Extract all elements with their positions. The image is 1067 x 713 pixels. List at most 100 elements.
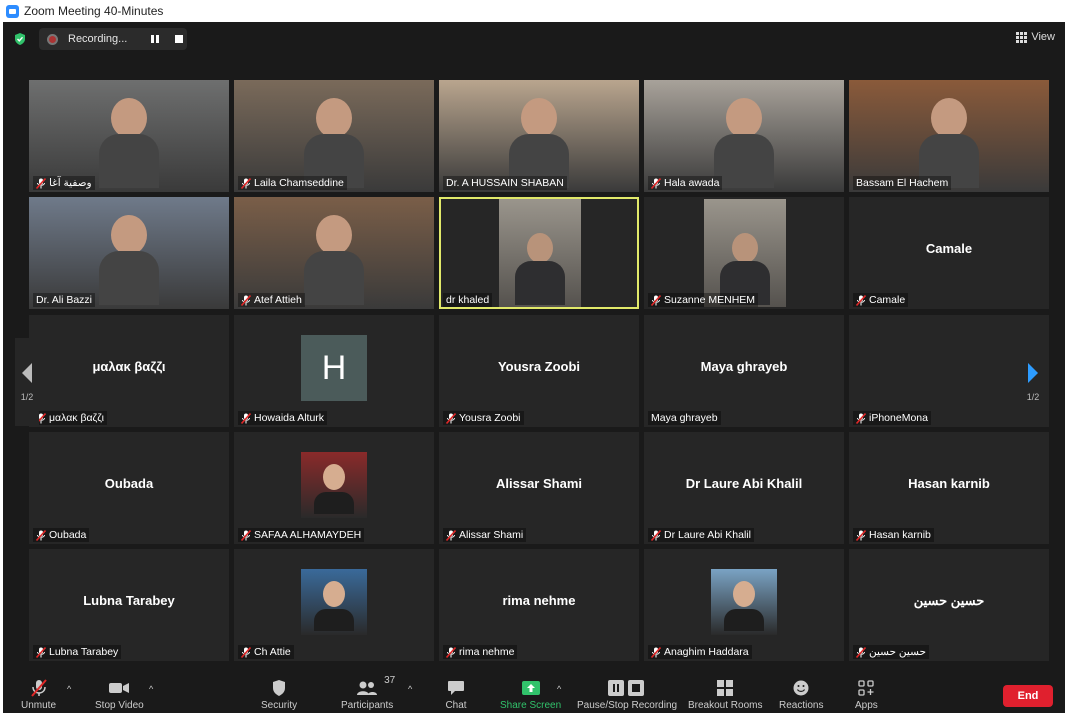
apps-icon [855,678,877,698]
participant-tile[interactable]: Alissar Shami Alissar Shami [439,432,639,544]
participant-tile[interactable]: Atef Attieh [234,197,434,309]
participant-name-label: Ch Attie [238,645,294,659]
participant-tile[interactable]: Dr. Ali Bazzi [29,197,229,309]
mic-muted-icon [28,678,50,698]
participant-tile[interactable]: حسين حسين حسين حسين [849,549,1049,661]
participant-tile[interactable]: SAFAA ALHAMAYDEH [234,432,434,544]
participant-tile[interactable]: Maya ghrayeb Maya ghrayeb [644,315,844,427]
participant-name: rima nehme [459,646,515,658]
pause-stop-icon [605,678,649,698]
audio-options-chevron-icon[interactable]: ^ [67,684,71,694]
participant-tile[interactable]: Dr. A HUSSAIN SHABAN [439,80,639,192]
participant-name-label: حسين حسين [853,645,929,659]
participant-name-label: Dr Laure Abi Khalil [648,528,754,542]
participant-name: Yousra Zoobi [459,412,521,424]
recording-label: Recording... [68,33,128,45]
prev-page-button[interactable]: 1/2 [15,338,39,426]
mic-muted-icon [855,529,867,541]
next-page-button[interactable]: 1/2 [1021,338,1045,426]
video-camera-icon [108,678,130,698]
reactions-button[interactable]: Reactions [779,678,823,711]
participant-display-name: حسين حسين [913,593,985,608]
participant-tile[interactable]: Bassam El Hachem [849,80,1049,192]
participant-name: SAFAA ALHAMAYDEH [254,529,362,541]
participant-tile[interactable]: μαλακ βαζζι μαλακ βαζζι [29,315,229,427]
apps-button[interactable]: Apps [855,678,878,711]
participants-label: Participants [341,700,394,711]
video-options-chevron-icon[interactable]: ^ [149,684,153,694]
participant-tile[interactable]: Suzanne MENHEM [644,197,844,309]
participant-display-name: rima nehme [502,593,576,608]
chat-label: Chat [445,700,467,711]
stop-video-button[interactable]: Stop Video [95,678,144,711]
participant-display-name: Camale [925,241,973,256]
participant-video [304,215,364,309]
participant-tile[interactable]: H Howaida Alturk [234,315,434,427]
participant-display-name: Oubada [104,476,154,491]
participants-options-chevron-icon[interactable]: ^ [408,684,412,694]
avatar: H [301,335,367,401]
participant-name-label: Anaghim Haddara [648,645,752,659]
mic-muted-icon [855,646,867,658]
breakout-rooms-button[interactable]: Breakout Rooms [688,678,762,711]
mic-muted-icon [445,412,457,424]
participant-name-label: Hala awada [648,176,723,190]
mic-muted-icon [650,294,662,306]
meeting-topbar: Recording... View [3,22,1065,56]
participant-name: Hala awada [664,177,720,189]
participant-name: Bassam El Hachem [856,177,949,189]
end-meeting-button[interactable]: End [1003,685,1053,707]
share-screen-button[interactable]: Share Screen [500,678,561,711]
participant-tile[interactable]: Oubada Oubada [29,432,229,544]
participants-button[interactable]: 37 Participants [341,675,395,711]
unmute-button[interactable]: Unmute [21,678,56,711]
participant-name: iPhoneMona [869,412,928,424]
participant-name: Suzanne MENHEM [664,294,756,306]
participant-name: Alissar Shami [459,529,524,541]
participant-tile[interactable]: Yousra Zoobi Yousra Zoobi [439,315,639,427]
view-button[interactable]: View [1016,31,1055,43]
participant-tile[interactable]: Laila Chamseddine [234,80,434,192]
share-options-chevron-icon[interactable]: ^ [557,684,561,694]
participant-tile[interactable]: Ch Attie [234,549,434,661]
mic-muted-icon [650,177,662,189]
participant-name: Maya ghrayeb [651,412,718,424]
avatar [711,569,777,635]
stop-recording-icon[interactable] [175,35,184,43]
participant-name: وصفية آغا [49,177,92,189]
shield-icon[interactable] [13,32,27,46]
mic-muted-icon [855,412,867,424]
mic-muted-icon [240,177,252,189]
participant-name-label: Alissar Shami [443,528,527,542]
participant-tile[interactable]: Hala awada [644,80,844,192]
avatar [301,452,367,518]
participant-tile[interactable]: وصفية آغا [29,80,229,192]
participant-tile[interactable]: Camale Camale [849,197,1049,309]
participant-name: Camale [869,294,906,306]
participant-name-label: dr khaled [443,293,493,307]
recording-indicator: Recording... [39,28,187,50]
security-button[interactable]: Security [261,678,297,711]
pause-recording-icon[interactable] [151,35,160,43]
participant-tile[interactable]: iPhoneMona [849,315,1049,427]
reactions-label: Reactions [779,700,824,711]
participant-name-label: Oubada [33,528,90,542]
pause-stop-recording-button[interactable]: Pause/Stop Recording [577,678,677,711]
zoom-logo-icon [6,4,19,18]
chevron-right-icon [1028,363,1038,383]
participant-tile[interactable]: Lubna Tarabey Lubna Tarabey [29,549,229,661]
participant-tile[interactable]: Anaghim Haddara [644,549,844,661]
mic-muted-icon [35,177,47,189]
participant-tile[interactable]: rima nehme rima nehme [439,549,639,661]
participant-name-label: iPhoneMona [853,411,931,425]
mic-muted-icon [650,646,662,658]
participant-tile[interactable]: Hasan karnib Hasan karnib [849,432,1049,544]
participant-video [99,98,159,192]
participant-tile[interactable]: Dr Laure Abi Khalil Dr Laure Abi Khalil [644,432,844,544]
participant-display-name: Maya ghrayeb [700,359,788,374]
participant-name: dr khaled [446,294,490,306]
chat-button[interactable]: Chat [445,678,467,711]
security-label: Security [261,700,298,711]
unmute-label: Unmute [21,700,57,711]
participant-tile[interactable]: dr khaled [439,197,639,309]
